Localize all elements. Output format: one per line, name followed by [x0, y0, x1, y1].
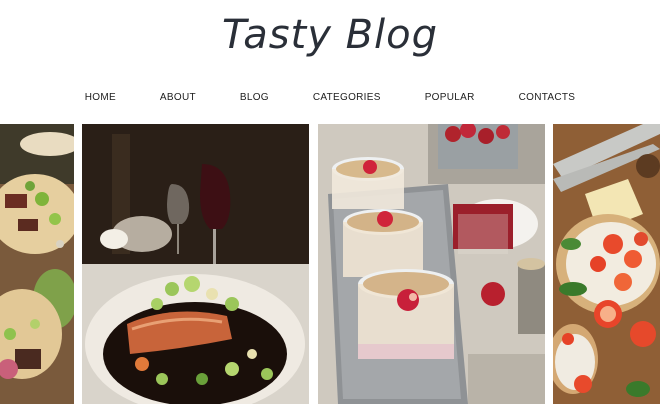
- overnight-oats-photo: [318, 124, 545, 404]
- gallery-tile-toast[interactable]: [553, 124, 660, 404]
- gallery-tile-salmon[interactable]: [82, 124, 309, 404]
- nav-popular[interactable]: POPULAR: [403, 92, 497, 103]
- tomato-toast-photo: [553, 124, 660, 404]
- main-nav: HOME ABOUT BLOG CATEGORIES POPULAR CONTA…: [0, 92, 660, 103]
- salmon-dinner-photo: [82, 124, 309, 404]
- gallery-tile-oats[interactable]: [318, 124, 545, 404]
- nav-categories[interactable]: CATEGORIES: [291, 92, 403, 103]
- tacos-photo: [0, 124, 74, 404]
- nav-home[interactable]: HOME: [63, 92, 138, 103]
- gallery-tile-tacos[interactable]: [0, 124, 74, 404]
- site-logo[interactable]: Tasty Blog: [0, 12, 660, 58]
- nav-blog[interactable]: BLOG: [218, 92, 291, 103]
- photo-gallery: [0, 124, 660, 404]
- nav-contacts[interactable]: CONTACTS: [497, 92, 598, 103]
- nav-about[interactable]: ABOUT: [138, 92, 218, 103]
